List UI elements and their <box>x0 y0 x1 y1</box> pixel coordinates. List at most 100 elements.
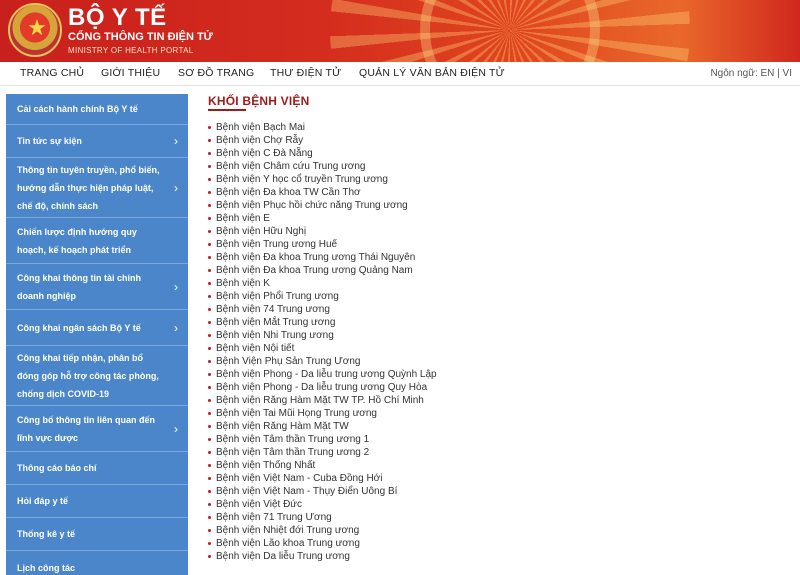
hospital-name: Bệnh viện Trung ương Huế <box>216 239 338 250</box>
hospital-link[interactable]: Bệnh viện Việt Nam - Cuba Đồng Hới <box>208 472 628 485</box>
hospital-name: Bệnh viện Da liễu Trung ương <box>216 551 350 562</box>
hospital-name: Bệnh viện Răng Hàm Mặt TW TP. Hồ Chí Min… <box>216 395 424 406</box>
sidebar-item-covid-donations[interactable]: Công khai tiếp nhận, phân bổ đóng góp hỗ… <box>6 346 188 406</box>
bullet-icon <box>208 282 211 285</box>
hospital-link[interactable]: Bệnh viện Phong - Da liễu trung ương Quỳ… <box>208 368 628 381</box>
hospital-link[interactable]: Bệnh viện Y học cổ truyền Trung ương <box>208 173 628 186</box>
bullet-icon <box>208 139 211 142</box>
bullet-icon <box>208 230 211 233</box>
bullet-icon <box>208 399 211 402</box>
bullet-icon <box>208 256 211 259</box>
hospital-link[interactable]: Bệnh viện Răng Hàm Mặt TW TP. Hồ Chí Min… <box>208 394 628 407</box>
hospital-name: Bệnh viện Hữu Nghị <box>216 226 307 237</box>
hospital-link[interactable]: Bệnh viện Đa khoa TW Cần Thơ <box>208 186 628 199</box>
banner-decoration-ring <box>420 0 600 62</box>
logo-link[interactable]: ★ <box>8 3 62 57</box>
hospital-link[interactable]: Bệnh viện Da liễu Trung ương <box>208 550 628 563</box>
sidebar-item-schedule[interactable]: Lịch công tác <box>6 551 188 575</box>
hospital-list: Bệnh viện Bạch Mai Bệnh viện Chợ Rẫy Bệnh … <box>208 121 628 563</box>
hospital-link[interactable]: Bệnh viện Thống Nhất <box>208 459 628 472</box>
hospital-link[interactable]: Bệnh viện Việt Đức <box>208 498 628 511</box>
sidebar-menu: Cải cách hành chính Bộ Y tế Tin tức sự k… <box>6 94 188 575</box>
hospital-name: Bệnh viện Phục hồi chức năng Trung ương <box>216 200 408 211</box>
bullet-icon <box>208 425 211 428</box>
sidebar-item-label: Công bố thông tin liên quan đến lĩnh vực… <box>17 414 155 443</box>
hospital-link[interactable]: Bệnh Viện Phụ Sản Trung Ương <box>208 355 628 368</box>
sidebar-item-strategy[interactable]: Chiến lược định hướng quy hoạch, kế hoạc… <box>6 218 188 264</box>
bullet-icon <box>208 386 211 389</box>
bullet-icon <box>208 204 211 207</box>
hospital-link[interactable]: Bệnh viện Mắt Trung ương <box>208 316 628 329</box>
sidebar-item-administrative-reform[interactable]: Cải cách hành chính Bộ Y tế <box>6 94 188 125</box>
sidebar-item-label: Tin tức sự kiện <box>17 136 82 146</box>
site-title[interactable]: BỘ Y TẾ <box>68 4 167 32</box>
chevron-right-icon: › <box>174 421 178 436</box>
hospital-link[interactable]: Bệnh viện Phổi Trung ương <box>208 290 628 303</box>
bullet-icon <box>208 477 211 480</box>
hospital-link[interactable]: Bệnh viện Tâm thần Trung ương 2 <box>208 446 628 459</box>
bullet-icon <box>208 191 211 194</box>
sidebar-item-label: Thống kê y tế <box>17 529 76 539</box>
nav-document-management[interactable]: QUẢN LÝ VĂN BẢN ĐIỆN TỬ <box>359 67 505 79</box>
bullet-icon <box>208 243 211 246</box>
hospital-link[interactable]: Bệnh viện Nhi Trung ương <box>208 329 628 342</box>
sidebar-item-statistics[interactable]: Thống kê y tế <box>6 518 188 551</box>
hospital-link[interactable]: Bệnh viện Trung ương Huế <box>208 238 628 251</box>
hospital-link[interactable]: Bệnh viện Việt Nam - Thụy Điển Uông Bí <box>208 485 628 498</box>
hospital-name: Bệnh viện Tâm thần Trung ương 2 <box>216 447 370 458</box>
hospital-link[interactable]: Bệnh viện Bạch Mai <box>208 121 628 134</box>
hospital-name: Bệnh viện Đa khoa TW Cần Thơ <box>216 187 361 198</box>
hospital-link[interactable]: Bệnh viện Nhiệt đới Trung ương <box>208 524 628 537</box>
bullet-icon <box>208 503 211 506</box>
hospital-link[interactable]: Bệnh viện Chợ Rẫy <box>208 134 628 147</box>
hospital-link[interactable]: Bệnh viện E <box>208 212 628 225</box>
bullet-icon <box>208 217 211 220</box>
sidebar-item-pharmacy[interactable]: Công bố thông tin liên quan đến lĩnh vực… <box>6 406 188 452</box>
hospital-link[interactable]: Bệnh viện Nội tiết <box>208 342 628 355</box>
nav-about[interactable]: GIỚI THIỆU <box>101 67 160 79</box>
sidebar-item-health-qa[interactable]: Hỏi đáp y tế <box>6 485 188 518</box>
hospital-link[interactable]: Bệnh viện Răng Hàm Mặt TW <box>208 420 628 433</box>
hospital-link[interactable]: Bệnh viện Hữu Nghị <box>208 225 628 238</box>
hospital-name: Bệnh viện Mắt Trung ương <box>216 317 336 328</box>
hospital-link[interactable]: Bệnh viện Phong - Da liễu trung ương Quy… <box>208 381 628 394</box>
sidebar-item-legal-info[interactable]: Thông tin tuyên truyền, phổ biến, hướng … <box>6 158 188 218</box>
hospital-link[interactable]: Bệnh viện Phục hồi chức năng Trung ương <box>208 199 628 212</box>
hospital-link[interactable]: Bệnh viện Tâm thần Trung ương 1 <box>208 433 628 446</box>
hospital-link[interactable]: Bệnh viện Tai Mũi Họng Trung ương <box>208 407 628 420</box>
hospital-link[interactable]: Bệnh viện K <box>208 277 628 290</box>
sidebar-item-budget[interactable]: Công khai ngân sách Bộ Y tế › <box>6 310 188 346</box>
hospital-link[interactable]: Bệnh viện C Đà Nẵng <box>208 147 628 160</box>
nav-sitemap[interactable]: SƠ ĐỒ TRANG <box>178 67 254 79</box>
hospital-link[interactable]: Bệnh viện 74 Trung ương <box>208 303 628 316</box>
bullet-icon <box>208 165 211 168</box>
language-switcher[interactable]: Ngôn ngữ: EN | VI <box>710 68 792 79</box>
hospital-link[interactable]: Bệnh viện Đa khoa Trung ương Thái Nguyên <box>208 251 628 264</box>
sidebar-item-label: Chiến lược định hướng quy hoạch, kế hoạc… <box>17 226 137 255</box>
hospital-name: Bệnh viện Đa khoa Trung ương Quảng Nam <box>216 265 413 276</box>
hospital-link[interactable]: Bệnh viện Đa khoa Trung ương Quảng Nam <box>208 264 628 277</box>
hospital-link[interactable]: Bệnh viện Lão khoa Trung ương <box>208 537 628 550</box>
hospital-name: Bệnh viện C Đà Nẵng <box>216 148 313 159</box>
nav-email[interactable]: THƯ ĐIỆN TỬ <box>270 67 341 79</box>
hospital-name: Bệnh viện Việt Nam - Thụy Điển Uông Bí <box>216 486 398 497</box>
chevron-right-icon: › <box>174 320 178 335</box>
hospital-name: Bệnh Viện Phụ Sản Trung Ương <box>216 356 361 367</box>
hospital-name: Bệnh viện Tai Mũi Họng Trung ương <box>216 408 377 419</box>
bullet-icon <box>208 451 211 454</box>
hospital-name: Bệnh viện K <box>216 278 270 289</box>
hospital-link[interactable]: Bệnh viện Châm cứu Trung ương <box>208 160 628 173</box>
sidebar-item-label: Thông tin tuyên truyền, phổ biến, hướng … <box>17 164 160 211</box>
sidebar-item-label: Công khai thông tin tài chính doanh nghi… <box>17 272 141 301</box>
sidebar-item-label: Lịch công tác <box>17 562 76 573</box>
hospital-name: Bệnh viện Y học cổ truyền Trung ương <box>216 174 388 185</box>
sidebar-item-news[interactable]: Tin tức sự kiện › <box>6 125 188 158</box>
nav-home[interactable]: TRANG CHỦ <box>20 67 84 79</box>
sidebar-item-label: Thông cáo báo chí <box>17 463 97 473</box>
hospital-name: Bệnh viện Phổi Trung ương <box>216 291 339 302</box>
hospital-name: Bệnh viện Việt Đức <box>216 499 303 510</box>
sidebar-item-financial-disclosure[interactable]: Công khai thông tin tài chính doanh nghi… <box>6 264 188 310</box>
hospital-link[interactable]: Bệnh viện 71 Trung Ương <box>208 511 628 524</box>
bullet-icon <box>208 269 211 272</box>
sidebar-item-press-release[interactable]: Thông cáo báo chí <box>6 452 188 485</box>
